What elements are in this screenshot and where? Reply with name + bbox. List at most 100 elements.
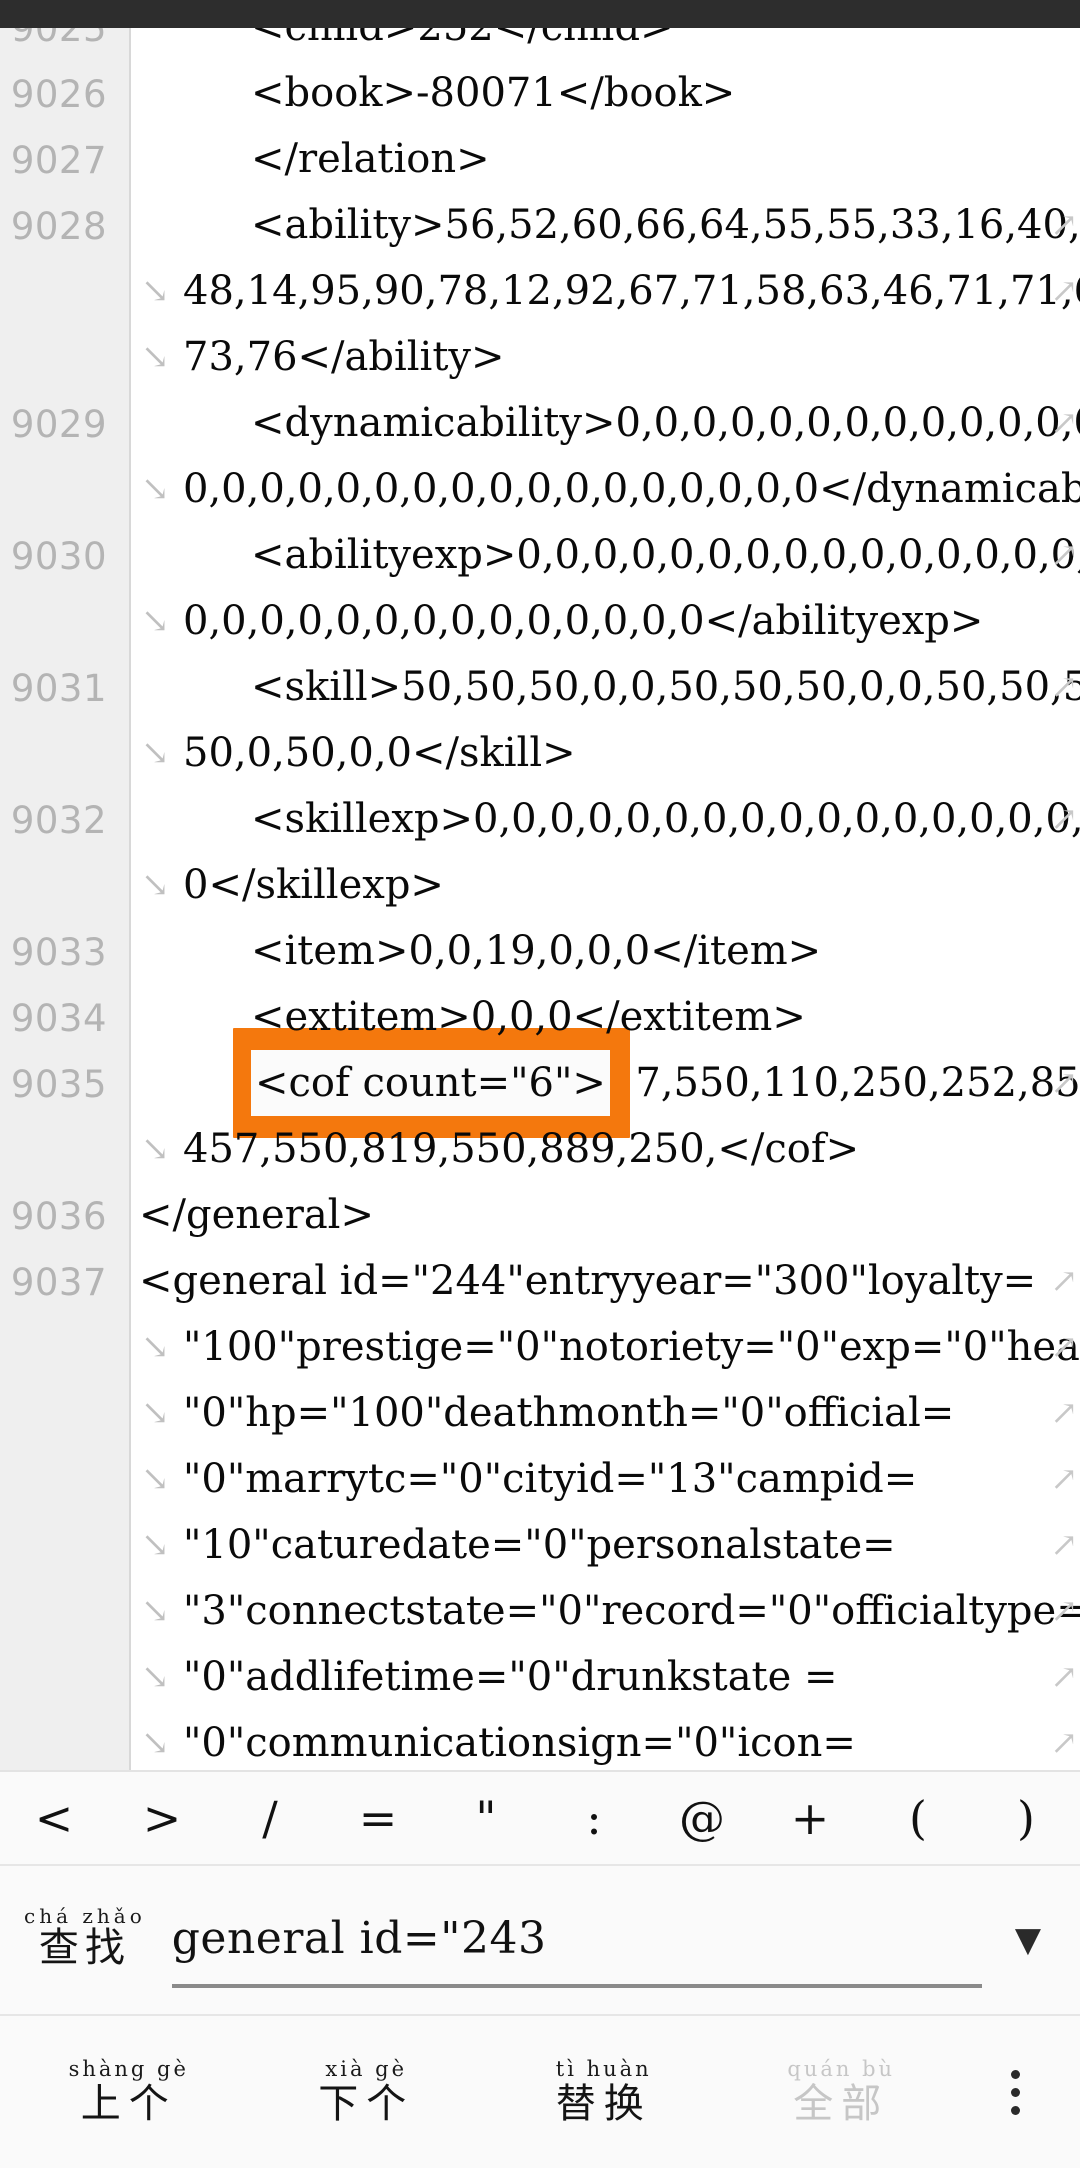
nav-button-previous[interactable]: shàng gè 上个 <box>10 2057 248 2127</box>
search-match-highlight[interactable]: <cof count="6"> <box>233 1028 630 1138</box>
wrap-continuation-icon: ↗ <box>1050 1657 1078 1696</box>
code-line-text[interactable]: <ability>56,52,60,66,64,55,55,33,16,40,3… <box>131 192 1080 390</box>
code-text: <dynamicability>0,0,0,0,0,0,0,0,0,0,0,0,… <box>251 400 1080 446</box>
code-line[interactable]: 9028 <ability>56,52,60,66,64,55,55,33,16,… <box>0 192 1080 390</box>
wrap-arrow-icon: ↘ <box>141 733 170 773</box>
wrap-continuation-icon: ↗ <box>1050 1327 1078 1366</box>
symbol-key-equals[interactable]: = <box>324 1795 432 1841</box>
code-line[interactable]: 9026 <book>-80071</book> <box>0 60 1080 126</box>
line-number: 9030 <box>10 535 107 578</box>
wrap-continuation-icon: ↗ <box>1050 205 1078 244</box>
code-line-text[interactable]: <extitem>0,0,0</extitem> <box>131 984 1080 1050</box>
kebab-menu-icon[interactable] <box>960 2069 1070 2115</box>
symbol-key-right-paren[interactable]: ) <box>972 1795 1080 1841</box>
nav-button-pinyin: quán bù <box>787 2056 896 2081</box>
code-line[interactable]: 9032 <skillexp>0,0,0,0,0,0,0,0,0,0,0,0,0,… <box>0 786 1080 918</box>
wrap-arrow-icon: ↘ <box>141 1591 170 1631</box>
code-line-text[interactable]: <book>-80071</book> <box>131 60 1080 126</box>
wrap-arrow-icon: ↘ <box>141 865 170 905</box>
code-line-text[interactable]: <skill>50,50,50,0,0,50,50,50,0,0,50,50,5… <box>131 654 1080 786</box>
code-wrapped-segment: ↘ "0"communicationsign="0"icon= ↗ <box>139 1710 1078 1770</box>
code-line[interactable]: 9025 <child>252</child> <box>0 28 1080 60</box>
find-actions-bar[interactable]: shàng gè 上个 xià gè 下个 tì huàn 替换 quán bù 全部 <box>0 2014 1080 2168</box>
code-after-match: 7,550,110,250,252,850, <box>609 1060 1080 1106</box>
code-content[interactable]: 9025 <child>252</child> 9026 <book>-80071</… <box>0 28 1080 1770</box>
line-number: 9035 <box>10 1063 107 1106</box>
wrap-continuation-icon: ↗ <box>1050 1723 1078 1762</box>
nav-button-pinyin: xià gè <box>325 2056 408 2081</box>
code-segment: </relation> <box>139 126 1076 192</box>
code-text: <child>252</child> <box>251 28 674 50</box>
nav-button-next[interactable]: xià gè 下个 <box>248 2057 486 2127</box>
wrap-continuation-icon: ↗ <box>1050 403 1078 442</box>
wrap-arrow-icon: ↘ <box>141 1459 170 1499</box>
code-line-text[interactable]: </relation> <box>131 126 1080 192</box>
line-number: 9031 <box>10 667 107 710</box>
symbol-key-plus[interactable]: + <box>756 1795 864 1841</box>
symbol-key-at-sign[interactable]: @ <box>648 1795 756 1841</box>
find-bar[interactable]: chá zhǎo 查找 general id="243 ▼ <box>0 1866 1080 2014</box>
nav-button-pinyin: shàng gè <box>68 2056 189 2081</box>
code-line-text[interactable]: <dynamicability>0,0,0,0,0,0,0,0,0,0,0,0,… <box>131 390 1080 522</box>
wrap-continuation-icon: ↗ <box>1050 271 1078 310</box>
symbol-key-left-paren[interactable]: ( <box>864 1795 972 1841</box>
wrap-continuation-icon: ↗ <box>1050 667 1078 706</box>
code-line-text[interactable]: <child>252</child> <box>131 28 1080 60</box>
code-line-text[interactable]: <cof count="6"> 7,550,110,250,252,850, ↗ ↘… <box>131 1028 1080 1182</box>
code-line-text[interactable]: <general id="244"entryyear="300"loyalty=… <box>131 1248 1080 1770</box>
code-segment: </general> <box>139 1182 1076 1248</box>
symbol-key-colon[interactable]: : <box>540 1795 648 1841</box>
code-segment: <skillexp>0,0,0,0,0,0,0,0,0,0,0,0,0,0,0,… <box>139 786 1080 852</box>
wrap-arrow-icon: ↘ <box>141 1393 170 1433</box>
nav-button-label: 替换 <box>555 2081 652 2128</box>
status-bar <box>0 0 1080 28</box>
code-segment: <abilityexp>0,0,0,0,0,0,0,0,0,0,0,0,0,0,… <box>139 522 1080 588</box>
code-text: <general id="244"entryyear="300"loyalty= <box>139 1258 1037 1304</box>
find-label-hanzi: 查找 <box>38 1924 131 1971</box>
symbol-key-slash[interactable]: / <box>216 1795 324 1841</box>
wrap-continuation-icon: ↗ <box>1050 1525 1078 1564</box>
code-line[interactable]: 9037 <general id="244"entryyear="300"loy… <box>0 1248 1080 1770</box>
code-line-text[interactable]: <skillexp>0,0,0,0,0,0,0,0,0,0,0,0,0,0,0,… <box>131 786 1080 918</box>
line-number: 9033 <box>10 931 107 974</box>
code-line[interactable]: 9027 </relation> <box>0 126 1080 192</box>
code-line[interactable]: 9030 <abilityexp>0,0,0,0,0,0,0,0,0,0,0,0,… <box>0 522 1080 654</box>
code-text: <book>-80071</book> <box>251 70 736 116</box>
code-segment: <book>-80071</book> <box>139 60 1076 126</box>
code-line[interactable]: 9036 </general> <box>0 1182 1080 1248</box>
code-text: <ability>56,52,60,66,64,55,55,33,16,40,3… <box>251 202 1080 248</box>
code-text: 48,14,95,90,78,12,92,67,71,58,63,46,71,7… <box>183 268 1080 314</box>
code-line-text[interactable]: <item>0,0,19,0,0,0</item> <box>131 918 1080 984</box>
code-line-text[interactable]: </general> <box>131 1182 1080 1248</box>
symbol-toolbar[interactable]: < > / = ": @ +() <box>0 1770 1080 1866</box>
nav-button-replace-all: quán bù 全部 <box>723 2057 961 2127</box>
code-editor[interactable]: 9025 <child>252</child> 9026 <book>-80071</… <box>0 28 1080 1770</box>
code-line[interactable]: 9033 <item>0,0,19,0,0,0</item> <box>0 918 1080 984</box>
symbol-key-less-than[interactable]: < <box>0 1795 108 1841</box>
code-text: <extitem>0,0,0</extitem> <box>251 994 806 1040</box>
code-line[interactable]: 9034 <extitem>0,0,0</extitem> <box>0 984 1080 1050</box>
nav-button-label: 下个 <box>318 2081 415 2128</box>
wrap-continuation-icon: ↗ <box>1050 799 1078 838</box>
code-segment: <extitem>0,0,0</extitem> <box>139 984 1076 1050</box>
code-wrapped-segment: ↘ "100"prestige="0"notoriety="0"exp="0"he… <box>139 1314 1080 1380</box>
code-text: </general> <box>139 1192 374 1238</box>
code-wrapped-segment: ↘ "0"addlifetime="0"drunkstate = ↗ <box>139 1644 1078 1710</box>
nav-button-replace[interactable]: tì huàn 替换 <box>485 2057 723 2127</box>
code-segment: <dynamicability>0,0,0,0,0,0,0,0,0,0,0,0,… <box>139 390 1080 456</box>
code-line-text[interactable]: <abilityexp>0,0,0,0,0,0,0,0,0,0,0,0,0,0,… <box>131 522 1080 654</box>
symbol-key-greater-than[interactable]: > <box>108 1795 216 1841</box>
code-line[interactable]: 9031 <skill>50,50,50,0,0,50,50,50,0,0,50,… <box>0 654 1080 786</box>
code-text: <abilityexp>0,0,0,0,0,0,0,0,0,0,0,0,0,0,… <box>251 532 1080 578</box>
code-line[interactable]: 9029 <dynamicability>0,0,0,0,0,0,0,0,0,0,… <box>0 390 1080 522</box>
code-text: "3"connectstate="0"record="0"officialtyp… <box>183 1588 1080 1634</box>
code-wrapped-segment: ↘ 457,550,819,550,889,250,</cof> <box>139 1116 1076 1182</box>
search-match-text: <cof count="6"> <box>251 1050 610 1116</box>
line-number: 9025 <box>10 28 107 50</box>
search-input[interactable]: general id="243 <box>171 1892 982 1988</box>
chevron-down-icon[interactable]: ▼ <box>998 1920 1058 1960</box>
symbol-key-double-quote[interactable]: " <box>432 1795 540 1841</box>
code-text: 0,0,0,0,0,0,0,0,0,0,0,0,0,0</abilityexp> <box>183 598 984 644</box>
wrap-continuation-icon: ↗ <box>1050 1063 1078 1102</box>
code-line[interactable]: 9035 <cof count="6"> 7,550,110,250,252,85… <box>0 1028 1080 1182</box>
